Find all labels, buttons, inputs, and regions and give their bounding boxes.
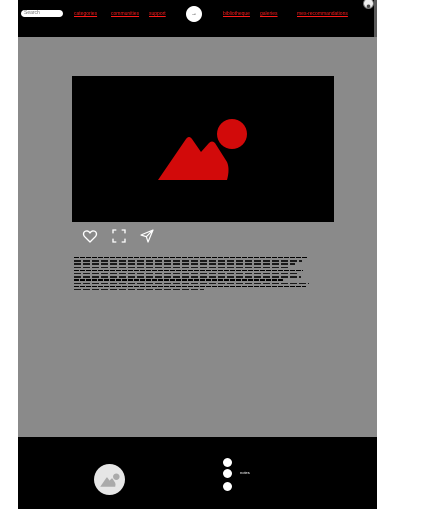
app-root: categories communities support → bibliot… <box>18 0 377 509</box>
send-icon <box>140 229 154 243</box>
footer-logo[interactable] <box>94 464 125 495</box>
fullscreen-button[interactable] <box>111 228 127 244</box>
nav-link-communities[interactable]: communities <box>111 11 139 18</box>
fullscreen-icon <box>112 229 126 243</box>
search-input[interactable] <box>21 10 63 17</box>
footer-dot-1[interactable] <box>223 458 232 467</box>
footer-dot-3[interactable] <box>223 482 232 491</box>
footer-dot-2[interactable] <box>223 469 232 478</box>
arrow-right-icon: → <box>191 11 197 17</box>
profile-avatar[interactable] <box>363 0 374 9</box>
nav-link-galeries[interactable]: galeries <box>260 11 278 18</box>
footer: notes <box>18 437 377 509</box>
heart-icon <box>82 230 98 243</box>
home-button[interactable]: → <box>186 6 202 22</box>
nav-link-mes-recommandations[interactable]: mes-recommandations <box>297 11 348 18</box>
nav-link-support[interactable]: support <box>149 11 166 18</box>
image-placeholder-icon <box>158 119 247 180</box>
post-body-text <box>74 257 310 292</box>
nav-link-bibliotheque[interactable]: bibliotheque <box>223 11 250 18</box>
image-logo-icon <box>99 472 120 487</box>
top-navigation-bar: categories communities support → bibliot… <box>18 0 374 37</box>
user-icon <box>366 4 371 8</box>
like-button[interactable] <box>82 228 98 244</box>
footer-label: notes <box>240 470 250 475</box>
share-button[interactable] <box>139 228 155 244</box>
header-divider <box>374 0 377 37</box>
featured-image[interactable] <box>72 76 334 222</box>
nav-link-categories[interactable]: categories <box>74 11 97 18</box>
